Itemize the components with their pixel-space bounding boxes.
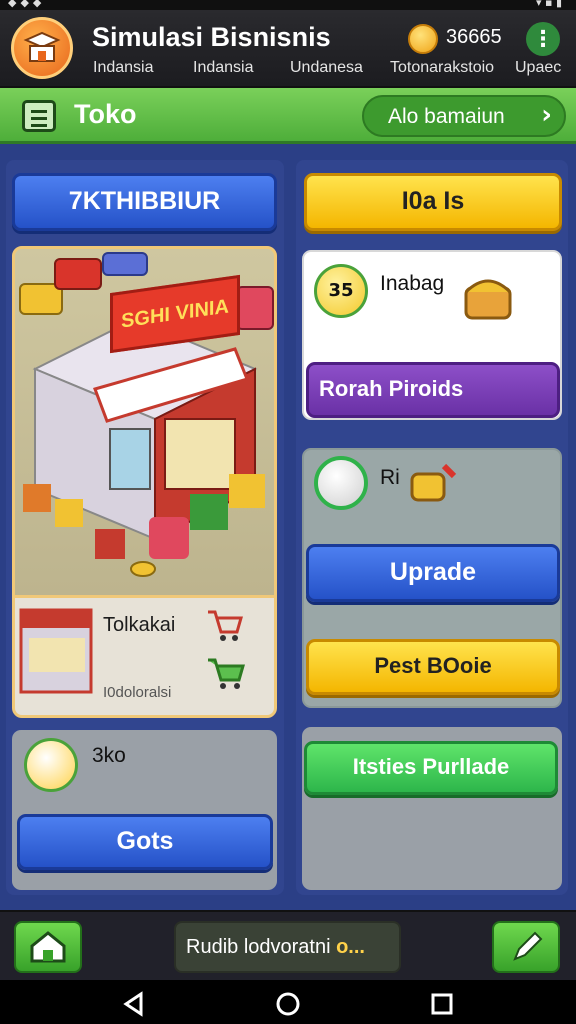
shopping-cart-icon — [208, 610, 243, 641]
back-nav-icon — [123, 991, 143, 1017]
shop-subtitle: I0doloralsi — [103, 684, 172, 701]
header-subtitle-3: Undanesa — [290, 59, 363, 76]
card1-title: Inabag — [380, 272, 445, 295]
game-title: Simulasi Bisnisnis — [92, 22, 331, 52]
shop-name: Tolkakai — [103, 614, 176, 636]
pencil-icon — [513, 931, 543, 961]
mini-store-icon — [19, 608, 93, 694]
shop-scene-image: SGHI VINIA — [15, 249, 274, 595]
shop-info-strip: Tolkakai I0doloralsi — [15, 595, 274, 715]
card2-title: Ri — [380, 466, 400, 489]
chevron-right-icon: › — [541, 100, 552, 130]
home-nav-icon — [276, 992, 300, 1016]
home-icon — [30, 931, 66, 963]
green-cart-icon — [208, 658, 245, 689]
card1-button-label: Rorah Piroids — [319, 376, 464, 401]
upgrade-button[interactable]: Uprade — [306, 544, 560, 602]
coin-caption: Totonarakstoio — [390, 59, 495, 76]
store-list-icon — [22, 100, 56, 132]
menu-button[interactable]: ⋮ — [526, 22, 560, 56]
coin-icon — [408, 24, 438, 54]
app-header: Simulasi Bisnisnis Indansia Indansia Und… — [0, 10, 576, 88]
gots-button[interactable]: Gots — [17, 814, 273, 870]
header-subtitle-2: Indansia — [193, 59, 254, 76]
system-status-bar: ◆◆◆ ▾ ▪ ▮ — [0, 0, 576, 10]
edit-button[interactable] — [492, 921, 560, 973]
system-nav-bar — [0, 980, 576, 1024]
right-card-2: Ri Uprade Pest BOoie — [302, 448, 562, 708]
section-tab-bar: Toko Alo bamaiun › — [0, 88, 576, 144]
worker-face-icon — [314, 456, 368, 510]
boost-button[interactable]: Pest BOoie — [306, 639, 560, 695]
bottom-toolbar: Rudib lodvoratni o... — [0, 910, 576, 980]
status-message: Rudib lodvoratni o... — [174, 921, 401, 973]
left-card-title: 3ko — [92, 744, 126, 767]
gift-tag-icon — [410, 463, 457, 502]
tab-action-label: Alo bamaiun — [388, 105, 505, 128]
recents-nav-icon — [431, 993, 453, 1015]
right-card-1: 35 Inabag Rorah Piroids — [302, 250, 562, 420]
purchase-button[interactable]: Itsties Purllade — [304, 741, 558, 795]
status-icons-left: ◆◆◆ — [8, 0, 46, 9]
home-button[interactable] — [14, 921, 82, 973]
status-icons-right: ▾ ▪ ▮ — [535, 0, 562, 9]
treasure-chest-icon — [464, 279, 512, 320]
card1-button[interactable]: Rorah Piroids — [306, 362, 560, 418]
left-top-button[interactable]: 7KTHIBBIUR — [12, 173, 277, 231]
business-logo-icon[interactable] — [11, 17, 73, 79]
coin-balance: 36665 — [446, 26, 502, 48]
status-text: Rudib lodvoratni o... — [186, 936, 365, 958]
tab-action-button[interactable]: Alo bamaiun › — [362, 95, 566, 137]
upgrade-caption: Upaec — [515, 59, 562, 76]
boost-button-label: Pest BOoie — [374, 653, 492, 678]
left-bottom-card: 3ko Gots — [12, 730, 277, 890]
upgrade-button-label: Uprade — [389, 558, 477, 586]
purchase-button-label: Itsties Purllade — [352, 754, 510, 779]
badge-icon: 35 — [314, 264, 368, 318]
right-top-button[interactable]: I0a Is — [304, 173, 562, 231]
timer-hand-icon — [24, 738, 78, 792]
shop-preview-card[interactable]: SGHI VINIA Tolkakai I0doloralsi — [12, 246, 277, 718]
header-subtitle-1: Indansia — [93, 59, 154, 76]
tab-title: Toko — [74, 99, 137, 129]
right-card-3: Itsties Purllade — [302, 727, 562, 890]
